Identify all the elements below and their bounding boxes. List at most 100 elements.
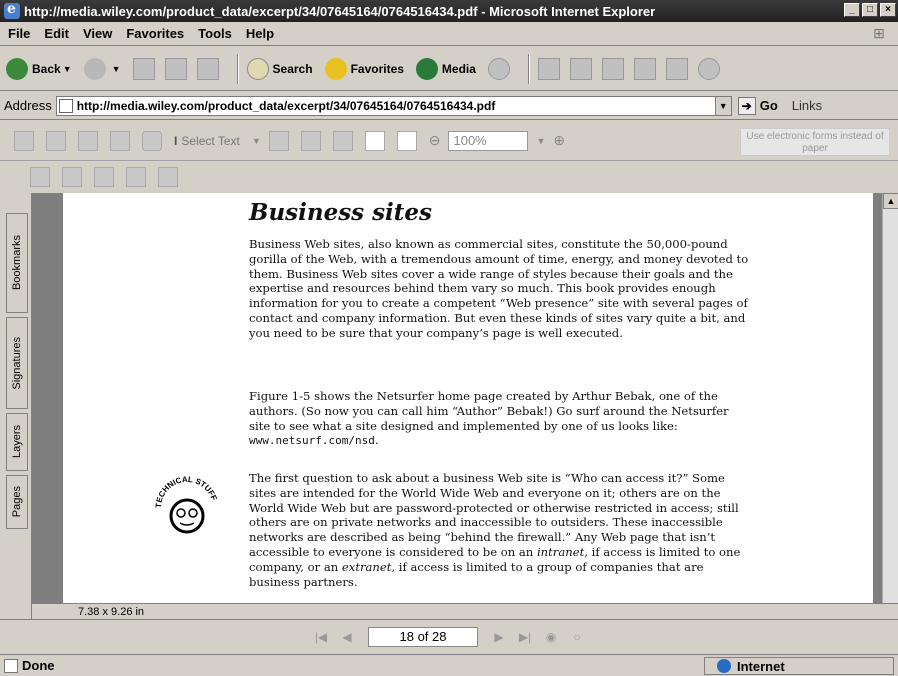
status-bar: Done Internet <box>0 654 898 676</box>
navigation-tabs: Bookmarks Signatures Layers Pages <box>0 193 32 619</box>
back-label: Back <box>32 61 61 76</box>
actual-size-icon[interactable] <box>332 130 353 151</box>
next-page-button[interactable]: ▶ <box>490 628 508 646</box>
tab-signatures[interactable]: Signatures <box>6 317 28 409</box>
page-size: 7.38 x 9.26 in <box>78 605 145 618</box>
messenger-icon[interactable] <box>665 57 688 80</box>
text-cursor-icon: I <box>174 133 178 148</box>
zoom-in-plus-icon[interactable]: ⊕ <box>553 132 565 149</box>
previous-view-button[interactable]: ◉ <box>542 628 560 646</box>
search-button[interactable]: Search <box>246 57 313 80</box>
security-zone: Internet <box>704 657 894 675</box>
hand-tool-icon[interactable] <box>142 130 162 151</box>
fit-width-icon[interactable] <box>396 130 417 151</box>
pdf-toolbar-secondary <box>0 162 898 192</box>
select-text-button[interactable]: Select Text <box>181 134 239 148</box>
chevron-down-icon[interactable]: ▼ <box>252 136 261 146</box>
search-label: Search <box>272 61 313 76</box>
netsurf-url: www.netsurf.com/nsd <box>249 434 375 448</box>
toolbar-separator <box>527 53 530 84</box>
next-view-button[interactable]: ○ <box>568 628 586 646</box>
toolbar-separator <box>236 53 239 84</box>
prev-view-icon[interactable] <box>94 167 114 187</box>
rotate-cw-icon[interactable] <box>126 167 146 187</box>
address-bar: Address http://media.wiley.com/product_d… <box>0 92 898 120</box>
tab-bookmarks-label: Bookmarks <box>11 235 23 291</box>
edit-icon[interactable] <box>601 57 624 80</box>
fit-page-icon[interactable] <box>364 130 385 151</box>
menu-file[interactable]: File <box>8 26 30 41</box>
minimize-button[interactable]: _ <box>844 3 860 17</box>
electronic-forms-button[interactable]: Use electronic forms instead of paper <box>740 128 890 156</box>
go-arrow-icon: ➔ <box>737 96 756 115</box>
chevron-down-icon[interactable]: ▼ <box>536 136 545 146</box>
back-button[interactable]: Back ▼ <box>6 57 72 80</box>
chevron-down-icon[interactable]: ▼ <box>714 96 731 115</box>
stop-icon[interactable] <box>132 57 155 80</box>
technical-stuff-icon: TECHNICAL STUFF <box>154 475 219 534</box>
previous-page-button[interactable]: ◀ <box>338 628 356 646</box>
go-button[interactable]: ➔ Go <box>737 96 778 115</box>
menu-edit[interactable]: Edit <box>44 26 69 41</box>
intranet-term: intranet, <box>536 544 588 559</box>
mail-icon[interactable] <box>537 57 560 80</box>
tab-layers[interactable]: Layers <box>6 413 28 471</box>
tab-layers-label: Layers <box>11 425 23 459</box>
search-icon[interactable] <box>110 130 130 151</box>
chevron-down-icon[interactable]: ▼ <box>63 64 72 74</box>
home-icon[interactable] <box>196 57 219 80</box>
print-icon[interactable] <box>569 57 592 80</box>
rotate-ccw-icon[interactable] <box>158 167 178 187</box>
paragraph-2-text: Figure 1-5 shows the Netsurfer home page… <box>249 389 729 433</box>
print-icon[interactable] <box>46 130 66 151</box>
refresh-icon[interactable] <box>164 57 187 80</box>
chevron-down-icon[interactable]: ▼ <box>112 64 121 74</box>
save-icon[interactable] <box>14 130 34 151</box>
first-page-icon[interactable] <box>30 167 50 187</box>
zoom-out-icon[interactable]: ⊖ <box>429 132 441 149</box>
page-status-icon <box>4 658 18 673</box>
page-indicator[interactable]: 18 of 28 <box>368 626 478 647</box>
section-heading: Business sites <box>249 199 433 226</box>
research-icon[interactable] <box>697 57 720 80</box>
menu-help[interactable]: Help <box>246 26 274 41</box>
forward-button[interactable]: ▼ <box>83 57 121 80</box>
zoom-input[interactable]: 100% <box>448 130 529 151</box>
close-button[interactable]: × <box>880 3 896 17</box>
tab-signatures-label: Signatures <box>11 336 23 390</box>
scroll-up-icon[interactable]: ▲ <box>883 193 898 209</box>
paragraph-2-end: . <box>374 433 379 448</box>
links-button[interactable]: Links <box>792 98 822 113</box>
page-navigation-bar: |◀ ◀ 18 of 28 ▶ ▶| ◉ ○ <box>0 619 898 653</box>
ie-logo-icon <box>4 1 20 19</box>
media-button[interactable]: Media <box>415 57 476 80</box>
pdf-page: Business sites Business Web sites, also … <box>63 193 873 603</box>
tab-bookmarks[interactable]: Bookmarks <box>6 213 28 313</box>
address-url: http://media.wiley.com/product_data/exce… <box>76 98 496 113</box>
paragraph-1: Business Web sites, also known as commer… <box>249 237 749 340</box>
email-icon[interactable] <box>78 130 98 151</box>
zoom-in-icon[interactable] <box>300 130 321 151</box>
menu-favorites[interactable]: Favorites <box>126 26 184 41</box>
menu-view[interactable]: View <box>83 26 112 41</box>
snapshot-icon[interactable] <box>268 130 289 151</box>
go-label: Go <box>759 98 778 113</box>
discuss-icon[interactable] <box>633 57 656 80</box>
globe-icon <box>717 659 731 673</box>
pdf-viewer: Bookmarks Signatures Layers Pages Busine… <box>0 193 898 619</box>
history-icon[interactable] <box>487 57 510 80</box>
address-label: Address <box>4 98 52 113</box>
windows-flag-icon: ⊞ <box>873 25 885 41</box>
window-controls: _ □ × <box>844 3 896 17</box>
paragraph-2: Figure 1-5 shows the Netsurfer home page… <box>249 389 749 449</box>
rotate-icon[interactable] <box>62 167 82 187</box>
tab-pages[interactable]: Pages <box>6 475 28 529</box>
media-label: Media <box>441 61 476 76</box>
menu-tools[interactable]: Tools <box>198 26 232 41</box>
address-input[interactable]: http://media.wiley.com/product_data/exce… <box>55 95 732 116</box>
favorites-button[interactable]: Favorites <box>324 57 404 80</box>
last-page-button[interactable]: ▶| <box>516 628 534 646</box>
first-page-button[interactable]: |◀ <box>312 628 330 646</box>
maximize-button[interactable]: □ <box>862 3 878 17</box>
vertical-scrollbar[interactable]: ▲ <box>882 193 898 603</box>
